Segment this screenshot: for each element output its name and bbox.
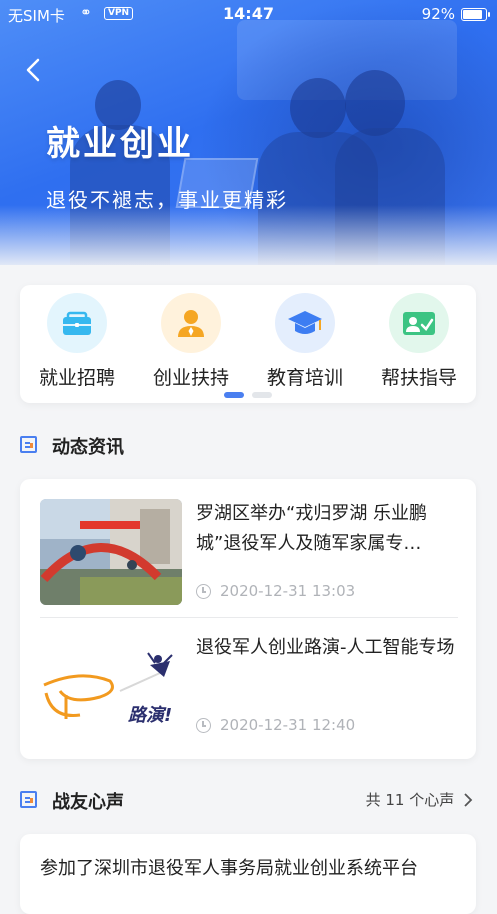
- news-thumbnail: 路演!: [40, 633, 182, 739]
- news-item[interactable]: 路演! 退役军人创业路演-人工智能专场 2020-12-31 12:40: [40, 633, 458, 739]
- news-list: 罗湖区举办“戎归罗湖 乐业鹏城”退役军人及随军家属专… 2020-12-31 1…: [20, 479, 476, 759]
- news-thumbnail: [40, 499, 182, 605]
- page-dot: [252, 392, 272, 398]
- service-employment[interactable]: 就业招聘: [20, 293, 134, 390]
- person-tie-icon: [178, 310, 204, 337]
- briefcase-icon: [63, 311, 91, 335]
- voices-count: 共 11 个心声: [365, 791, 455, 809]
- news-time: 2020-12-31 13:03: [196, 582, 355, 600]
- news-item[interactable]: 罗湖区举办“戎归罗湖 乐业鹏城”退役军人及随军家属专… 2020-12-31 1…: [40, 499, 458, 605]
- news-time-text: 2020-12-31 12:40: [220, 716, 356, 734]
- hero-banner: 无SIM卡 ⚭ VPN 14:47 92% 就业创业 退役不褪志，事业更精彩: [0, 0, 497, 265]
- battery-percent: 92%: [421, 5, 455, 23]
- service-assistance[interactable]: 帮扶指导: [362, 293, 476, 390]
- status-bar: 无SIM卡 ⚭ VPN 14:47 92%: [0, 0, 497, 28]
- service-label: 帮扶指导: [380, 367, 457, 389]
- news-section-title: 动态资讯: [52, 437, 124, 458]
- voices-section-icon: [20, 791, 37, 808]
- assist-user-icon: [403, 312, 435, 335]
- voice-item[interactable]: 参加了深圳市退役军人事务局就业创业系统平台: [20, 834, 476, 914]
- news-divider: [40, 617, 458, 618]
- graduation-cap-icon: [288, 311, 322, 334]
- service-icon-bg: [275, 293, 335, 353]
- news-title: 退役军人创业路演-人工智能专场: [196, 637, 455, 658]
- service-grid: 就业招聘 创业扶持 教育培训 帮扶指导: [20, 285, 476, 403]
- page-dot-active: [224, 392, 244, 398]
- battery-icon: [461, 8, 490, 21]
- chevron-right-icon: [464, 793, 473, 807]
- service-icon-bg: [389, 293, 449, 353]
- photo-person: [345, 70, 405, 136]
- service-label: 就业招聘: [38, 367, 115, 389]
- news-section-icon: [20, 436, 37, 453]
- voices-section-title: 战友心声: [52, 792, 124, 813]
- service-entrepreneurship[interactable]: 创业扶持: [134, 293, 248, 390]
- hero-fade: [0, 205, 497, 265]
- photo-person: [290, 78, 346, 138]
- chevron-left-icon: [26, 58, 40, 82]
- service-label: 创业扶持: [152, 367, 229, 389]
- news-title: 罗湖区举办“戎归罗湖 乐业鹏城”退役军人及随军家属专…: [196, 503, 428, 554]
- service-icon-bg: [47, 293, 107, 353]
- back-button[interactable]: [22, 54, 50, 86]
- news-time: 2020-12-31 12:40: [196, 716, 355, 734]
- thumbnail-caption: 路演!: [128, 705, 173, 726]
- event-photo: [40, 499, 182, 605]
- voices-more-link[interactable]: 共 11 个心声: [366, 789, 473, 810]
- clock-icon: [196, 718, 211, 733]
- hero-title: 就业创业: [46, 124, 194, 164]
- voice-text: 参加了深圳市退役军人事务局就业创业系统平台: [40, 858, 418, 879]
- service-education[interactable]: 教育培训: [248, 293, 362, 390]
- service-icon-bg: [161, 293, 221, 353]
- service-label: 教育培训: [266, 367, 343, 389]
- hero-subtitle: 退役不褪志，事业更精彩: [46, 188, 288, 212]
- news-time-text: 2020-12-31 13:03: [220, 582, 356, 600]
- clock-icon: [196, 584, 211, 599]
